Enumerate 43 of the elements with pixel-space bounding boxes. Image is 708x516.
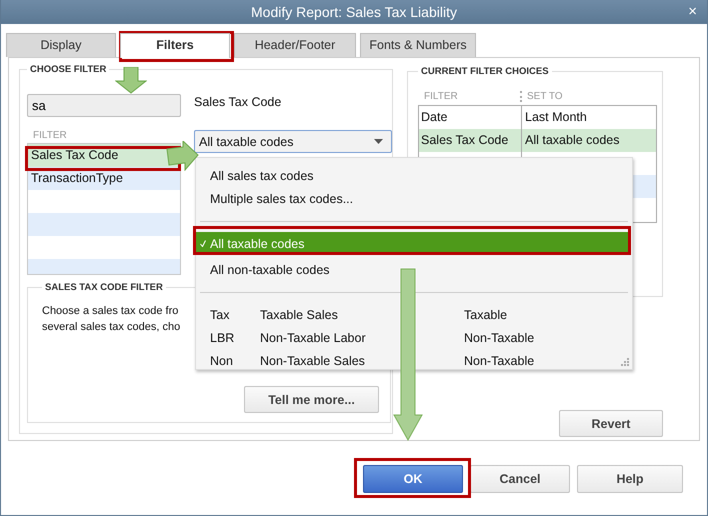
column-header: SET TO <box>527 90 563 102</box>
menu-item[interactable]: Multiple sales tax codes... <box>196 187 632 210</box>
description-text: several sales tax codes, cho <box>42 320 180 335</box>
group-heading: SALES TAX CODE FILTER <box>44 282 164 293</box>
group-heading: CHOOSE FILTER <box>29 64 108 75</box>
group-heading: CURRENT FILTER CHOICES <box>420 66 550 77</box>
close-button[interactable]: × <box>688 3 697 20</box>
table-cell: Sales Tax Code <box>421 133 508 147</box>
menu-item[interactable]: Non-Taxable <box>464 354 534 368</box>
menu-item[interactable]: LBR <box>210 330 260 344</box>
tab[interactable]: Filters <box>120 33 230 58</box>
menu-item[interactable]: Taxable <box>464 308 508 322</box>
dialog-button[interactable]: Help <box>577 465 683 493</box>
revert-button[interactable]: Revert <box>559 410 663 437</box>
menu-item[interactable]: Non-Taxable Sales <box>260 354 464 368</box>
menu-item[interactable]: All sales tax codes <box>196 164 632 187</box>
down-arrow-icon <box>393 268 423 441</box>
tell-me-more-button[interactable]: Tell me more... <box>244 386 379 413</box>
window-title: Modify Report: Sales Tax Liability <box>251 4 457 20</box>
search-field[interactable]: sa <box>27 94 181 117</box>
dialog-button[interactable]: Cancel <box>470 465 570 493</box>
field-label: Sales Tax Code <box>194 95 282 109</box>
resize-grip-icon <box>621 358 629 366</box>
description-text: Choose a sales tax code fro <box>42 304 178 319</box>
table-cell: Last Month <box>525 110 587 124</box>
tab[interactable]: Header/Footer <box>234 33 356 57</box>
dropdown-field[interactable]: All taxable codes <box>194 130 392 153</box>
menu-item[interactable]: Non <box>210 354 260 368</box>
tab[interactable]: Display <box>6 33 116 57</box>
tab[interactable]: Fonts & Numbers <box>360 33 476 57</box>
menu-item[interactable]: Taxable Sales <box>260 308 464 322</box>
down-arrow-icon <box>115 67 147 94</box>
right-arrow-icon <box>166 141 199 171</box>
table-cell: All taxable codes <box>525 133 620 147</box>
column-header: FILTER <box>33 130 68 141</box>
dialog-button[interactable]: OK <box>363 465 463 493</box>
menu-item[interactable]: Non-Taxable Labor <box>260 330 464 344</box>
table-cell: Date <box>421 110 448 124</box>
caret-icon <box>374 139 383 144</box>
menu-item[interactable]: Non-Taxable <box>464 330 534 344</box>
menu-item[interactable]: Tax <box>210 308 260 322</box>
column-header: FILTER <box>418 90 522 102</box>
menu-item[interactable]: All non-taxable codes <box>196 258 632 281</box>
